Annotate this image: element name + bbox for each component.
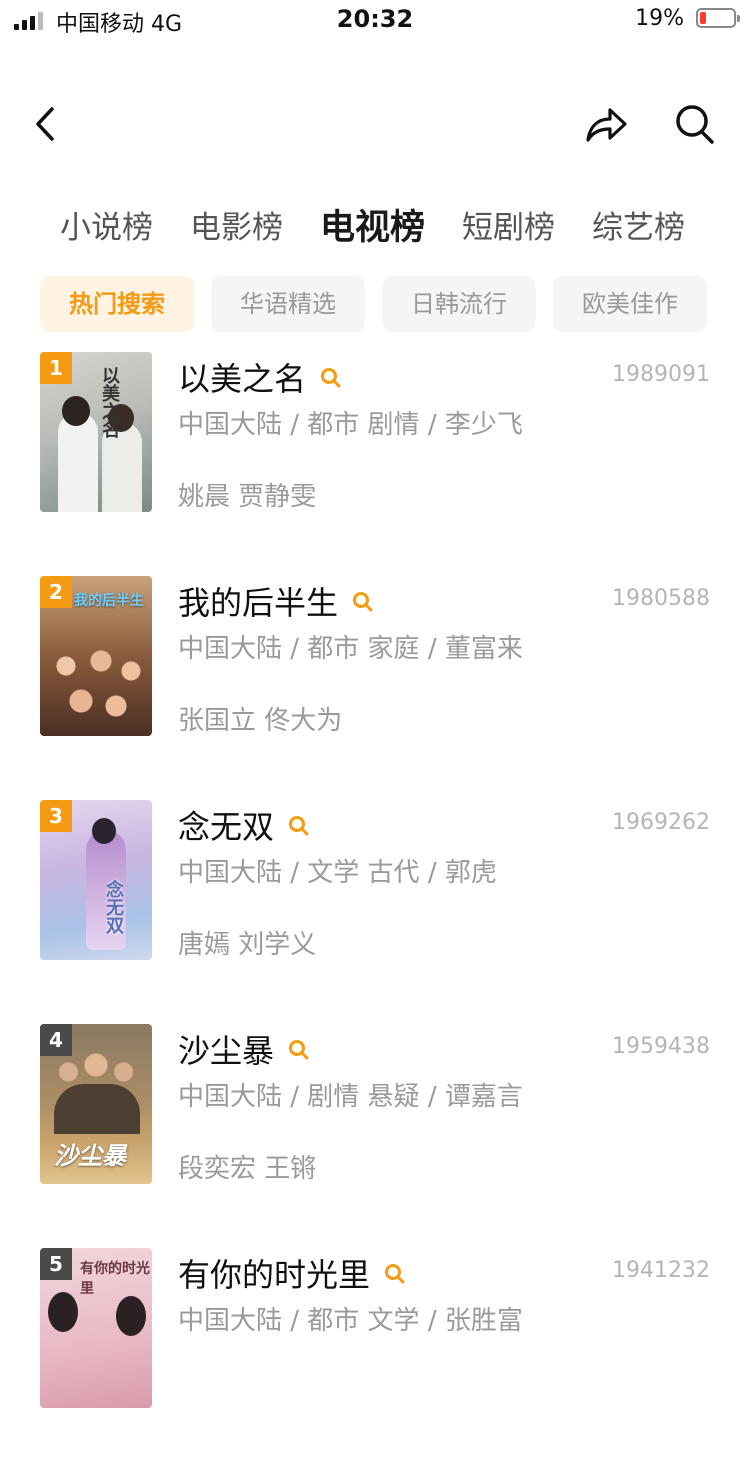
rank-badge: 1: [40, 352, 72, 384]
item-title-text: 有你的时光里: [178, 1256, 371, 1294]
poster-image[interactable]: 沙尘暴 4: [40, 1024, 152, 1184]
poster-image[interactable]: 以美之名 1: [40, 352, 152, 512]
chip-chinese[interactable]: 华语精选: [211, 276, 365, 332]
search-count: 1989091: [612, 362, 710, 387]
item-title[interactable]: 念无双: [178, 802, 310, 848]
search-icon[interactable]: [352, 591, 374, 613]
poster-title: 有你的时光里: [80, 1261, 150, 1297]
poster-title: 我的后半生: [74, 593, 144, 609]
item-meta: 中国大陆 / 都市 家庭 / 董富来: [178, 634, 523, 664]
ranking-tabs: 小说榜 电影榜 电视榜 短剧榜 综艺榜: [0, 198, 750, 258]
rank-badge: 3: [40, 800, 72, 832]
search-icon[interactable]: [384, 1263, 406, 1285]
rank-badge: 2: [40, 576, 72, 608]
list-item[interactable]: 念无双 3 念无双 1969262 中国大陆 / 文学 古代 / 郭虎 唐嫣 刘…: [0, 800, 750, 1024]
item-title-text: 我的后半生: [178, 584, 339, 622]
battery-icon: [696, 8, 740, 28]
list-item[interactable]: 我的后半生 2 我的后半生 1980588 中国大陆 / 都市 家庭 / 董富来…: [0, 576, 750, 800]
item-cast: 姚晨 贾静雯: [178, 482, 317, 512]
item-meta: 中国大陆 / 都市 文学 / 张胜富: [178, 1306, 523, 1336]
rank-badge: 4: [40, 1024, 72, 1056]
item-title-text: 沙尘暴: [178, 1032, 275, 1070]
item-cast: 段奕宏 王锵: [178, 1154, 317, 1184]
filter-chips: 热门搜索 华语精选 日韩流行 欧美佳作: [0, 276, 750, 332]
search-count: 1969262: [612, 810, 710, 835]
tab-novel[interactable]: 小说榜: [60, 198, 153, 258]
search-icon[interactable]: [320, 367, 342, 389]
search-icon[interactable]: [288, 815, 310, 837]
item-title-text: 念无双: [178, 808, 275, 846]
item-title[interactable]: 我的后半生: [178, 578, 374, 624]
list-item[interactable]: 沙尘暴 4 沙尘暴 1959438 中国大陆 / 剧情 悬疑 / 谭嘉言 段奕宏…: [0, 1024, 750, 1248]
poster-image[interactable]: 我的后半生 2: [40, 576, 152, 736]
list-item[interactable]: 以美之名 1 以美之名 1989091 中国大陆 / 都市 剧情 / 李少飞 姚…: [0, 352, 750, 576]
item-meta: 中国大陆 / 剧情 悬疑 / 谭嘉言: [178, 1082, 523, 1112]
item-title[interactable]: 沙尘暴: [178, 1026, 310, 1072]
item-title[interactable]: 以美之名: [178, 354, 342, 400]
battery-percent: 19%: [635, 6, 684, 31]
search-icon[interactable]: [674, 102, 716, 146]
poster-title: 念无双: [103, 880, 124, 934]
search-count: 1959438: [612, 1034, 710, 1059]
chip-japan-korea[interactable]: 日韩流行: [382, 276, 536, 332]
item-cast: 张国立 佟大为: [178, 706, 343, 736]
item-meta: 中国大陆 / 都市 剧情 / 李少飞: [178, 410, 523, 440]
poster-image[interactable]: 有你的时光里 5: [40, 1248, 152, 1408]
poster-title: 以美之名: [99, 366, 120, 438]
share-arrow-icon[interactable]: [584, 104, 628, 144]
search-count: 1941232: [612, 1258, 710, 1283]
search-icon[interactable]: [288, 1039, 310, 1061]
poster-title: 沙尘暴: [54, 1142, 126, 1170]
item-title-text: 以美之名: [178, 360, 307, 398]
tab-short-drama[interactable]: 短剧榜: [462, 198, 555, 258]
tab-movie[interactable]: 电影榜: [190, 198, 283, 258]
list-item[interactable]: 有你的时光里 5 有你的时光里 1941232 中国大陆 / 都市 文学 / 张…: [0, 1248, 750, 1472]
tab-tv[interactable]: 电视榜: [320, 198, 425, 258]
chip-western[interactable]: 欧美佳作: [553, 276, 707, 332]
item-cast: 唐嫣 刘学义: [178, 930, 317, 960]
rank-badge: 5: [40, 1248, 72, 1280]
tab-variety[interactable]: 综艺榜: [592, 198, 685, 258]
poster-image[interactable]: 念无双 3: [40, 800, 152, 960]
status-bar: 中国移动 4G 20:32 19%: [0, 0, 750, 40]
chip-hot-search[interactable]: 热门搜索: [40, 276, 194, 332]
item-meta: 中国大陆 / 文学 古代 / 郭虎: [178, 858, 497, 888]
chevron-left-icon[interactable]: [30, 104, 64, 144]
search-count: 1980588: [612, 586, 710, 611]
item-title[interactable]: 有你的时光里: [178, 1250, 406, 1296]
